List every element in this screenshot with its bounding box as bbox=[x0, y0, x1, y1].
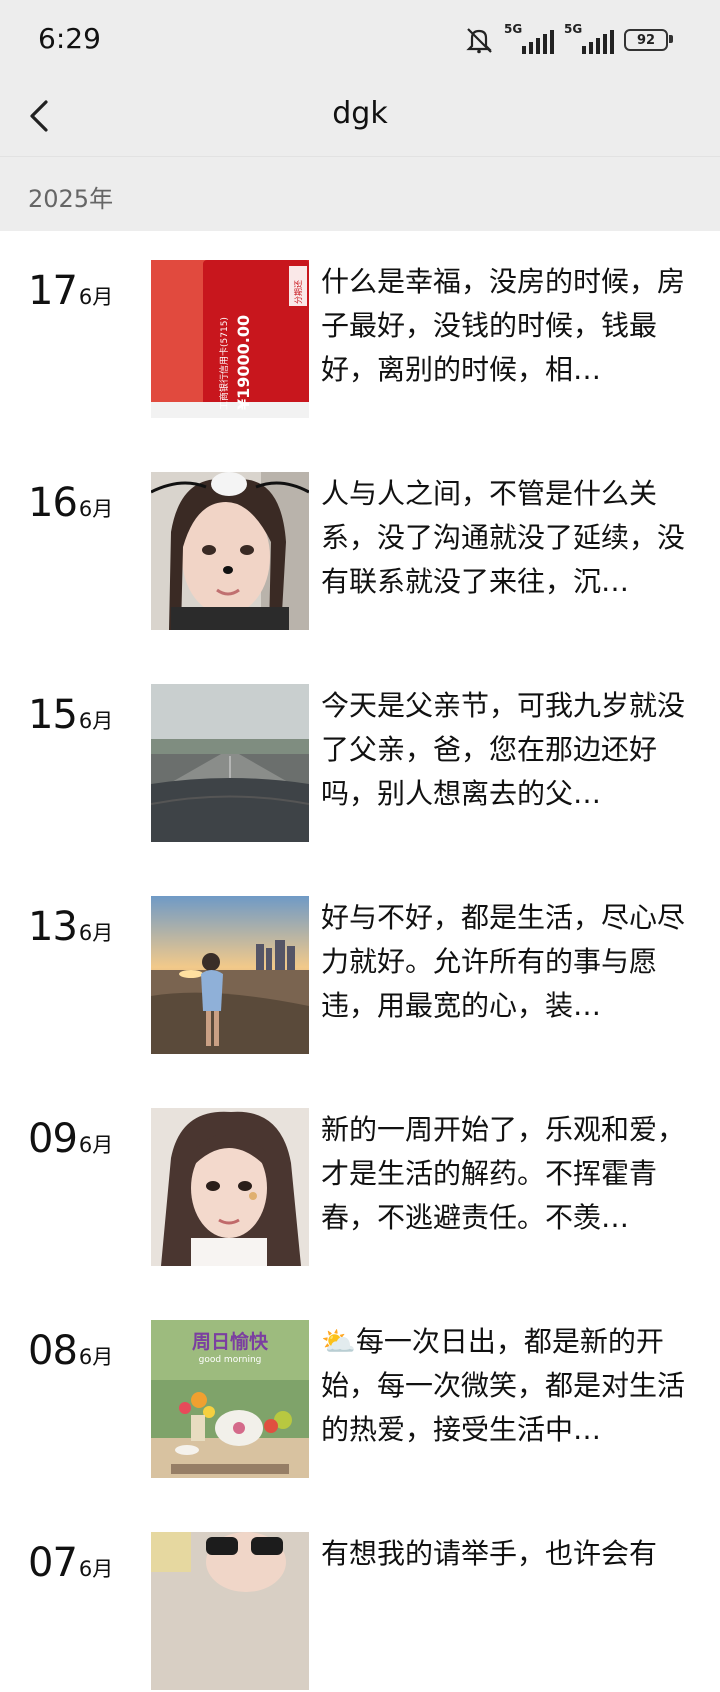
sunset-beach-photo[interactable] bbox=[151, 896, 309, 1054]
selfie-photo[interactable] bbox=[151, 472, 309, 630]
entry-date: 08 6月 bbox=[28, 1328, 113, 1374]
year-label: 2025年 bbox=[28, 185, 114, 213]
battery-level: 92 bbox=[636, 32, 656, 48]
entry-day: 16 bbox=[28, 480, 78, 526]
entry-month: 6月 bbox=[78, 1557, 114, 1581]
status-bar: 6:29 5G 5G 92 bbox=[0, 0, 720, 80]
entry-day: 08 bbox=[28, 1328, 78, 1374]
list-item[interactable]: 13 6月 好与不好，都是生活，尽心尽力就好。允许所有的事与愿违，用最宽的心，装… bbox=[0, 896, 720, 1056]
signal-icon: 5G bbox=[504, 22, 554, 54]
list-item[interactable]: 17 6月 工商银行信用卡(5715) ¥19000.00 分期还 什么是幸福，… bbox=[0, 260, 720, 420]
entry-text: 今天是父亲节，可我九岁就没了父亲，爸，您在那边还好吗，别人想离去的父… bbox=[321, 689, 686, 810]
entry-day: 07 bbox=[28, 1540, 78, 1586]
list-item[interactable]: 09 6月 新的一周开始了，乐观和爱，才是生活的解药。不挥霍青春，不逃避责任。不… bbox=[0, 1108, 720, 1268]
entry-date: 15 6月 bbox=[28, 692, 113, 738]
entry-day: 15 bbox=[28, 692, 78, 738]
entry-month: 6月 bbox=[78, 1133, 114, 1157]
entry-text: 人与人之间，不管是什么关系，没了沟通就没了延续，没有联系就没了来往，沉… bbox=[321, 477, 686, 598]
year-section-header: 2025年 bbox=[0, 156, 720, 231]
road-photo[interactable] bbox=[151, 684, 309, 842]
list-item[interactable]: 15 6月 今天是父亲节，可我九岁就没了父亲，爸，您在那边还好吗，别人想离去的父… bbox=[0, 684, 720, 844]
entry-month: 6月 bbox=[78, 285, 114, 309]
weather-emoji: ⛅ bbox=[321, 1325, 356, 1358]
entry-day: 13 bbox=[28, 904, 78, 950]
sunday-greeting-card[interactable]: 周日愉快 good morning bbox=[151, 1320, 309, 1478]
signal-icon: 5G bbox=[564, 22, 614, 54]
entry-month: 6月 bbox=[78, 921, 114, 945]
entry-text: ⛅每一次日出，都是新的开始，每一次微笑，都是对生活的热爱，接受生活中… bbox=[321, 1320, 691, 1452]
entry-text: 好与不好，都是生活，尽心尽力就好。允许所有的事与愿违，用最宽的心，装… bbox=[321, 901, 686, 1022]
partial-photo[interactable] bbox=[151, 1532, 309, 1690]
entry-text: 新的一周开始了，乐观和爱，才是生活的解药。不挥霍青春，不逃避责任。不羡… bbox=[321, 1113, 686, 1234]
entry-date: 07 6月 bbox=[28, 1540, 113, 1586]
page-title: dgk bbox=[332, 96, 388, 131]
entry-day: 17 bbox=[28, 268, 78, 314]
network-type-label: 5G bbox=[564, 22, 583, 36]
entry-month: 6月 bbox=[78, 1345, 114, 1369]
entry-text: 有想我的请举手，也许会有 bbox=[321, 1537, 658, 1570]
status-icons: 5G 5G 92 bbox=[464, 22, 673, 54]
network-type-label: 5G bbox=[504, 22, 523, 36]
header-bar: dgk bbox=[0, 80, 720, 156]
entry-date: 16 6月 bbox=[28, 480, 113, 526]
entry-date: 09 6月 bbox=[28, 1116, 113, 1162]
credit-card-photo[interactable]: 工商银行信用卡(5715) ¥19000.00 分期还 bbox=[151, 260, 309, 418]
mute-icon bbox=[466, 28, 492, 54]
svg-text:周日愉快: 周日愉快 bbox=[192, 1330, 269, 1353]
battery-icon: 92 bbox=[624, 29, 673, 51]
list-item[interactable]: 16 6月 人与人之间，不管是什么关系，没了沟通就没了延续，没有联系就没了来往，… bbox=[0, 472, 720, 632]
entry-month: 6月 bbox=[78, 497, 114, 521]
svg-text:分期还: 分期还 bbox=[293, 280, 303, 304]
entry-date: 13 6月 bbox=[28, 904, 113, 950]
entry-day: 09 bbox=[28, 1116, 78, 1162]
portrait-photo[interactable] bbox=[151, 1108, 309, 1266]
svg-text:good morning: good morning bbox=[199, 1355, 262, 1365]
svg-text:工商银行信用卡(5715): 工商银行信用卡(5715) bbox=[218, 317, 230, 410]
list-item[interactable]: 07 6月 有想我的请举手，也许会有 bbox=[0, 1532, 720, 1692]
entry-date: 17 6月 bbox=[28, 268, 113, 314]
entry-month: 6月 bbox=[78, 709, 114, 733]
list-item[interactable]: 08 6月 周日愉快 good morning ⛅每一次日出，都是新的开始，每一… bbox=[0, 1320, 720, 1480]
svg-text:¥19000.00: ¥19000.00 bbox=[234, 315, 253, 410]
status-time: 6:29 bbox=[38, 22, 101, 55]
entry-text-body: 每一次日出，都是新的开始，每一次微笑，都是对生活的热爱，接受生活中… bbox=[321, 1325, 686, 1446]
entry-text: 什么是幸福，没房的时候，房子最好，没钱的时候，钱最好，离别的时候，相… bbox=[321, 265, 686, 386]
